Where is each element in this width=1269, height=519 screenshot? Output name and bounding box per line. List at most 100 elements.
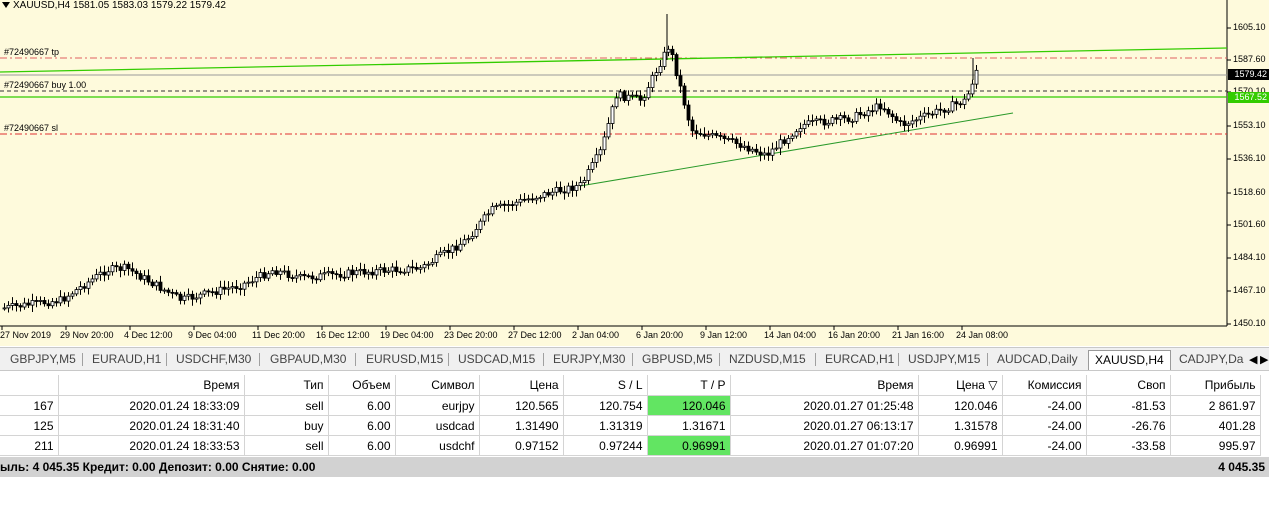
cell-commission: -24.00 [1002,435,1087,456]
candle-body [50,301,55,307]
candle-body [514,201,519,206]
candle-body [438,251,443,256]
tab-eurcad-h1[interactable]: EURCAD,H1 [825,352,894,366]
candle-body [314,278,319,281]
candle-body [618,91,623,99]
tab-cadjpy-daily[interactable]: CADJPY,Da [1179,352,1243,366]
candle-body [442,249,447,253]
candle-body [126,263,131,270]
candle-body [674,54,679,77]
tab-xauusd-h4[interactable]: XAUUSD,H4 [1088,350,1171,370]
tabs-scroll-left-icon[interactable]: ◀ [1249,353,1257,366]
candle-body [114,265,119,268]
candle-body [566,185,571,194]
candle-body [274,270,279,275]
candle-body [930,113,935,116]
tab-usdchf-m30[interactable]: USDCHF,M30 [176,352,251,366]
candle-body [902,120,907,126]
candle-body [742,145,747,148]
column-header-open-time[interactable]: Время [58,375,245,396]
candle-body [186,293,191,297]
candle-body [122,263,127,271]
candle-body [94,274,99,280]
candle-body [82,286,87,289]
candle-body [310,275,315,280]
column-header-swap[interactable]: Своп [1086,375,1171,396]
cell-sl: 1.31319 [563,415,648,436]
chart-canvas[interactable] [0,0,1269,346]
dropdown-triangle-icon[interactable] [2,2,10,9]
candle-body [654,72,659,76]
candle-body [262,272,267,279]
candle-body [714,133,719,136]
cell-ticket: 167 [0,395,59,416]
table-row[interactable]: 211 2020.01.24 18:33:53 sell 6.00 usdchf… [0,435,1261,456]
candle-body [550,191,555,196]
time-axis-label: 2 Jan 04:00 [572,330,620,340]
tab-nzdusd-m15[interactable]: NZDUSD,M15 [729,352,806,366]
candle-body [430,262,435,265]
table-row[interactable]: 167 2020.01.24 18:33:09 sell 6.00 eurjpy… [0,395,1261,416]
time-axis-label: 19 Dec 04:00 [380,330,434,340]
candle-body [630,94,635,97]
column-header-close-price[interactable]: Цена ▽ [918,375,1003,396]
candle-body [898,120,903,122]
column-header-sl[interactable]: S / L [563,375,648,396]
candle-body [522,198,527,201]
table-row[interactable]: 125 2020.01.24 18:31:40 buy 6.00 usdcad … [0,415,1261,436]
column-header-profit[interactable]: Прибыль [1170,375,1261,396]
column-header-tp[interactable]: T / P [647,375,731,396]
column-header-open-price[interactable]: Цена [479,375,564,396]
candle-body [270,270,275,275]
candle-body [942,109,947,113]
candle-body [446,249,451,253]
cell-open-time: 2020.01.24 18:33:53 [58,435,245,456]
tab-separator [898,353,899,366]
candle-body [386,270,391,273]
column-header-close-time[interactable]: Время [730,375,919,396]
candle-body [962,98,967,105]
tab-gbpjpy-m5[interactable]: GBPJPY,M5 [10,352,76,366]
price-chart[interactable]: XAUUSD,H4 1581.05 1583.03 1579.22 1579.4… [0,0,1269,346]
tab-separator [355,353,356,366]
candle-body [402,271,407,274]
candle-body [866,110,871,117]
candle-body [502,203,507,206]
candle-body [318,273,323,281]
tp-line-label: #72490667 tp [4,47,60,57]
tab-euraud-h1[interactable]: EURAUD,H1 [92,352,161,366]
time-axis-label: 4 Dec 12:00 [124,330,173,340]
cell-sl: 0.97244 [563,435,648,456]
candle-body [286,270,291,278]
candle-body [78,286,83,291]
tab-eurusd-m15[interactable]: EURUSD,M15 [366,352,443,366]
candle-body [506,204,511,206]
tab-gbpaud-m30[interactable]: GBPAUD,M30 [270,352,346,366]
tab-audcad-daily[interactable]: AUDCAD,Daily [997,352,1078,366]
candle-body [266,273,271,279]
tab-eurjpy-m30[interactable]: EURJPY,M30 [553,352,625,366]
candle-body [682,85,687,106]
price-axis-label: 1605.10 [1233,22,1266,32]
column-header-commission[interactable]: Комиссия [1002,375,1087,396]
column-header-volume[interactable]: Объем [328,375,396,396]
cell-commission: -24.00 [1002,415,1087,436]
candle-body [762,152,767,156]
tab-gbpusd-m5[interactable]: GBPUSD,M5 [642,352,713,366]
column-header-type[interactable]: Тип [244,375,329,396]
tabs-scroll-right-icon[interactable]: ▶ [1260,353,1268,366]
column-header-ticket[interactable] [0,375,59,396]
candle-body [338,274,343,278]
price-axis-label: 1587.60 [1233,54,1266,64]
candle-body [542,192,547,198]
column-header-symbol[interactable]: Символ [395,375,480,396]
trade-history-table: Время Тип Объем Символ Цена S / L T / P … [0,375,1261,456]
candle-body [830,117,835,124]
candle-body [882,108,887,111]
tab-usdcad-m15[interactable]: USDCAD,M15 [458,352,535,366]
tab-usdjpy-m15[interactable]: USDJPY,M15 [908,352,980,366]
cell-close-time: 2020.01.27 01:25:48 [730,395,919,416]
candle-body [754,148,759,153]
candle-body [370,271,375,276]
cell-swap: -81.53 [1086,395,1171,416]
